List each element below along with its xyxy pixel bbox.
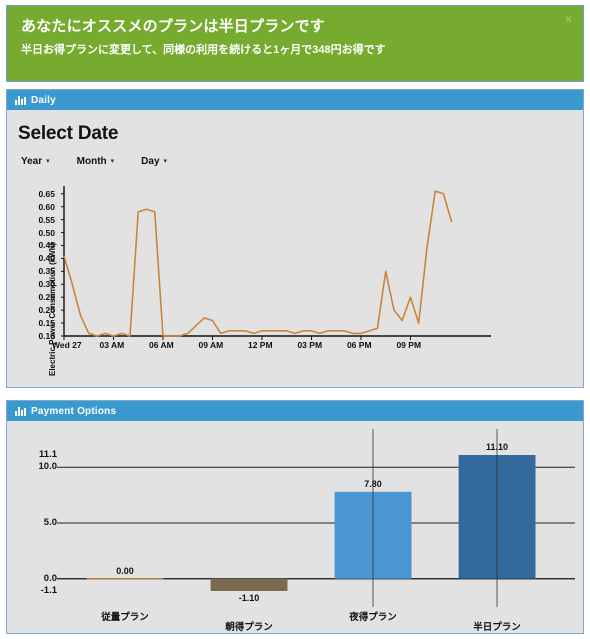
bar-chart-plot bbox=[57, 429, 575, 607]
close-icon[interactable]: × bbox=[563, 11, 574, 27]
bar-chart-y-tick: 5.0 bbox=[43, 517, 57, 528]
line-chart-y-tick: 0.40 bbox=[38, 253, 55, 264]
bar-category-label: 半日プラン bbox=[473, 622, 521, 633]
banner-subtitle: 半日お得プランに変更して、同様の利用を続けると1ヶ月で348円お得です bbox=[21, 44, 386, 56]
bar-category-label: 従量プラン bbox=[101, 612, 149, 623]
panel-daily: Daily Select Date Year ▾ Month ▾ Day ▾ E… bbox=[6, 89, 584, 388]
line-chart-series bbox=[63, 190, 453, 337]
bar-chart-bar bbox=[210, 578, 288, 591]
line-chart-x-tick: 09 AM bbox=[198, 340, 224, 350]
line-chart-y-tick: 0.55 bbox=[38, 214, 55, 225]
line-chart-x-tick: 06 AM bbox=[148, 340, 174, 350]
year-dropdown-label: Year bbox=[21, 156, 43, 167]
bar-category-label: 朝得プラン bbox=[225, 622, 273, 633]
line-chart-y-tick: 0.65 bbox=[38, 188, 55, 199]
line-chart-x-tick: 03 PM bbox=[297, 340, 323, 350]
line-chart-y-tick: 0.50 bbox=[38, 227, 55, 238]
line-chart: Electric Power Consumption (kWh) 0.10 0.1… bbox=[7, 178, 585, 376]
bar-chart-y-tick: 10.0 bbox=[38, 461, 58, 473]
banner-title: あなたにオススメのプランは半日プランです bbox=[21, 18, 326, 35]
bar-category-label: 夜得プラン bbox=[349, 612, 397, 623]
day-dropdown-label: Day bbox=[141, 156, 160, 167]
line-chart-y-tick: 0.30 bbox=[38, 279, 55, 290]
panel-payment-title: Payment Options bbox=[31, 405, 117, 417]
day-dropdown[interactable]: Day ▾ bbox=[141, 156, 167, 167]
line-chart-x-ticks: Wed 27 03 AM 06 AM 09 AM 12 PM 03 PM 06 PM 09 P… bbox=[7, 338, 585, 358]
bar-value-label: 0.00 bbox=[116, 565, 134, 576]
month-dropdown-label: Month bbox=[76, 156, 107, 167]
line-chart-y-tick: 0.20 bbox=[38, 305, 55, 316]
chevron-down-icon: ▾ bbox=[110, 158, 115, 165]
line-chart-y-tick: 0.15 bbox=[38, 318, 55, 329]
page-title: Select Date bbox=[18, 123, 119, 144]
bar-chart-y-tick: 11.1 bbox=[39, 449, 57, 460]
bar-chart: 0.00 従量プラン -1.10 朝得プラン 7.80 夜得プラン 11.10 半日プラン -1… bbox=[7, 421, 585, 633]
panel-payment-body: 0.00 従量プラン -1.10 朝得プラン 7.80 夜得プラン 11.10 半日プラン -1… bbox=[7, 421, 583, 633]
panel-daily-title: Daily bbox=[31, 94, 56, 106]
month-dropdown[interactable]: Month ▾ bbox=[77, 156, 115, 167]
line-chart-x-tick: 09 PM bbox=[396, 340, 422, 350]
line-chart-y-tick: 0.35 bbox=[38, 266, 55, 277]
line-chart-x-tick: Wed 27 bbox=[52, 340, 82, 350]
bar-value-label: -1.10 bbox=[238, 593, 260, 603]
bar-chart-y-tick: -1.1 bbox=[40, 585, 57, 596]
line-chart-x-tick: 12 PM bbox=[247, 340, 273, 350]
line-chart-y-ticks: 0.10 0.15 0.20 0.25 0.30 0.35 0.40 0.45 0.50 0.55… bbox=[19, 178, 55, 358]
recommendation-banner: あなたにオススメのプランは半日プランです 半日お得プランに変更して、同様の利用を… bbox=[6, 5, 584, 82]
bar-chart-icon bbox=[15, 406, 26, 416]
line-chart-y-tick: 0.45 bbox=[38, 240, 55, 251]
panel-payment-options: Payment Options 0.00 従量プラン -1.10 朝得プラン 7.80 夜… bbox=[6, 400, 584, 634]
line-chart-plot bbox=[61, 186, 491, 340]
bar-chart-icon bbox=[15, 95, 26, 105]
panel-payment-header: Payment Options bbox=[7, 401, 583, 421]
line-chart-y-tick: 0.25 bbox=[38, 292, 55, 303]
date-selectors: Year ▾ Month ▾ Day ▾ bbox=[21, 156, 167, 167]
chevron-down-icon: ▾ bbox=[163, 158, 168, 165]
chevron-down-icon: ▾ bbox=[46, 158, 50, 165]
line-chart-x-tick: 03 AM bbox=[99, 340, 125, 350]
year-dropdown[interactable]: Year ▾ bbox=[21, 156, 50, 167]
line-chart-y-tick: 0.60 bbox=[38, 201, 55, 212]
panel-daily-header: Daily bbox=[7, 90, 583, 110]
bar-value-label: 7.80 bbox=[364, 478, 382, 489]
bar-chart-y-tick: 0.0 bbox=[43, 572, 57, 584]
line-chart-x-tick: 06 PM bbox=[346, 340, 372, 350]
panel-daily-body: Select Date Year ▾ Month ▾ Day ▾ Electri… bbox=[7, 110, 583, 387]
app-root: あなたにオススメのプランは半日プランです 半日お得プランに変更して、同様の利用を… bbox=[0, 0, 590, 639]
bar-value-label: 11.10 bbox=[485, 442, 509, 452]
